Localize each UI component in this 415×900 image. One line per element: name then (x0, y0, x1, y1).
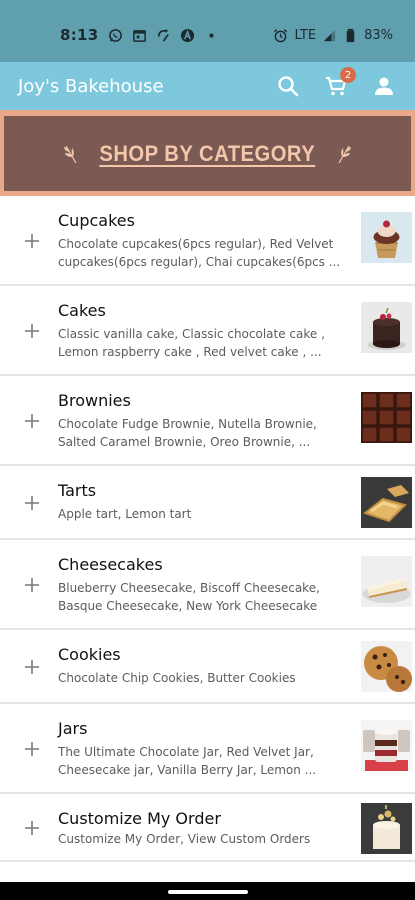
network-label: LTE (294, 27, 317, 43)
category-description: Chocolate cupcakes(6pcs regular), Red Ve… (58, 237, 341, 269)
plus-icon (25, 414, 39, 428)
plus-icon (25, 742, 39, 756)
category-name: Brownies (58, 391, 131, 410)
plus-icon (25, 324, 39, 338)
tart-thumbnail (361, 477, 412, 528)
category-name: Cheesecakes (58, 555, 163, 574)
category-item-jars[interactable]: Jars The Ultimate Chocolate Jar, Red Vel… (0, 704, 415, 794)
brownie-thumbnail (361, 392, 412, 443)
category-item-brownies[interactable]: Brownies Chocolate Fudge Brownie, Nutell… (0, 376, 415, 466)
plus-icon (25, 496, 39, 510)
category-name: Tarts (58, 481, 97, 500)
category-item-cheesecakes[interactable]: Cheesecakes Blueberry Cheesecake, Biscof… (0, 540, 415, 630)
dot-icon (208, 32, 214, 38)
whatsapp-icon (108, 28, 122, 42)
cupcake-thumbnail (361, 212, 412, 263)
home-indicator[interactable] (168, 890, 248, 894)
cart-count-badge: 2 (340, 67, 356, 83)
category-name: Cakes (58, 301, 106, 320)
cart-button[interactable]: 2 (323, 67, 356, 99)
cookie-thumbnail (361, 641, 412, 692)
category-banner: SHOP BY CATEGORY (0, 110, 415, 196)
jar-thumbnail (361, 720, 412, 771)
category-name: Cookies (58, 645, 121, 664)
account-icon (375, 77, 393, 95)
category-item-customize-my-order[interactable]: Customize My Order Customize My Order, V… (0, 794, 415, 862)
search-icon (278, 76, 299, 97)
cheesecake-thumbnail (361, 556, 412, 607)
status-right: LTE 83% (273, 28, 393, 43)
category-text: Cakes Classic vanilla cake, Classic choc… (58, 301, 343, 361)
custom-cake-thumbnail (361, 803, 412, 854)
category-description: Blueberry Cheesecake, Biscoff Cheesecake… (58, 581, 320, 613)
category-name: Customize My Order (58, 809, 221, 828)
category-item-tarts[interactable]: Tarts Apple tart, Lemon tart (0, 466, 415, 540)
battery-icon (346, 28, 355, 42)
category-text: Jars The Ultimate Chocolate Jar, Red Vel… (58, 719, 343, 779)
banner-title: SHOP BY CATEGORY (99, 140, 316, 166)
status-left: 8:13 (60, 26, 219, 44)
category-description: Apple tart, Lemon tart (58, 507, 192, 521)
status-time: 8:13 (60, 26, 99, 44)
category-text: Cheesecakes Blueberry Cheesecake, Biscof… (58, 555, 343, 615)
category-text: Cupcakes Chocolate cupcakes(6pcs regular… (58, 211, 343, 271)
app-bar: Joy's Bakehouse 2 (0, 62, 415, 110)
category-description: The Ultimate Chocolate Jar, Red Velvet J… (58, 745, 317, 777)
plus-icon (25, 578, 39, 592)
leaf-right-icon (338, 145, 351, 163)
category-item-cupcakes[interactable]: Cupcakes Chocolate cupcakes(6pcs regular… (0, 196, 415, 286)
search-button[interactable] (275, 73, 301, 99)
category-text: Cookies Chocolate Chip Cookies, Butter C… (58, 645, 343, 687)
a-icon (180, 28, 194, 42)
account-button[interactable] (371, 73, 397, 99)
category-description: Chocolate Fudge Brownie, Nutella Brownie… (58, 417, 317, 449)
alarm-icon (274, 28, 288, 42)
signal-icon (323, 29, 336, 41)
status-bar: 8:13 LTE 83% (0, 0, 415, 62)
category-list: Cupcakes Chocolate cupcakes(6pcs regular… (0, 196, 415, 862)
category-description: Classic vanilla cake, Classic chocolate … (58, 327, 325, 359)
category-item-cookies[interactable]: Cookies Chocolate Chip Cookies, Butter C… (0, 630, 415, 704)
category-text: Customize My Order Customize My Order, V… (58, 809, 343, 848)
category-text: Brownies Chocolate Fudge Brownie, Nutell… (58, 391, 343, 451)
plus-icon (25, 660, 39, 674)
plus-icon (25, 821, 39, 835)
category-name: Jars (58, 719, 88, 738)
category-description: Customize My Order, View Custom Orders (58, 832, 311, 846)
app-actions: 2 (275, 67, 397, 99)
category-name: Cupcakes (58, 211, 135, 230)
plus-icon (25, 234, 39, 248)
battery-percent: 83% (364, 27, 393, 43)
category-banner-inner: SHOP BY CATEGORY (4, 116, 411, 191)
sync-icon (157, 28, 169, 42)
leaf-left-icon (64, 145, 77, 163)
calendar-icon (132, 29, 146, 42)
app-title: Joy's Bakehouse (18, 75, 164, 97)
category-item-cakes[interactable]: Cakes Classic vanilla cake, Classic choc… (0, 286, 415, 376)
category-text: Tarts Apple tart, Lemon tart (58, 481, 343, 523)
category-description: Chocolate Chip Cookies, Butter Cookies (58, 671, 296, 685)
cake-thumbnail (361, 302, 412, 353)
